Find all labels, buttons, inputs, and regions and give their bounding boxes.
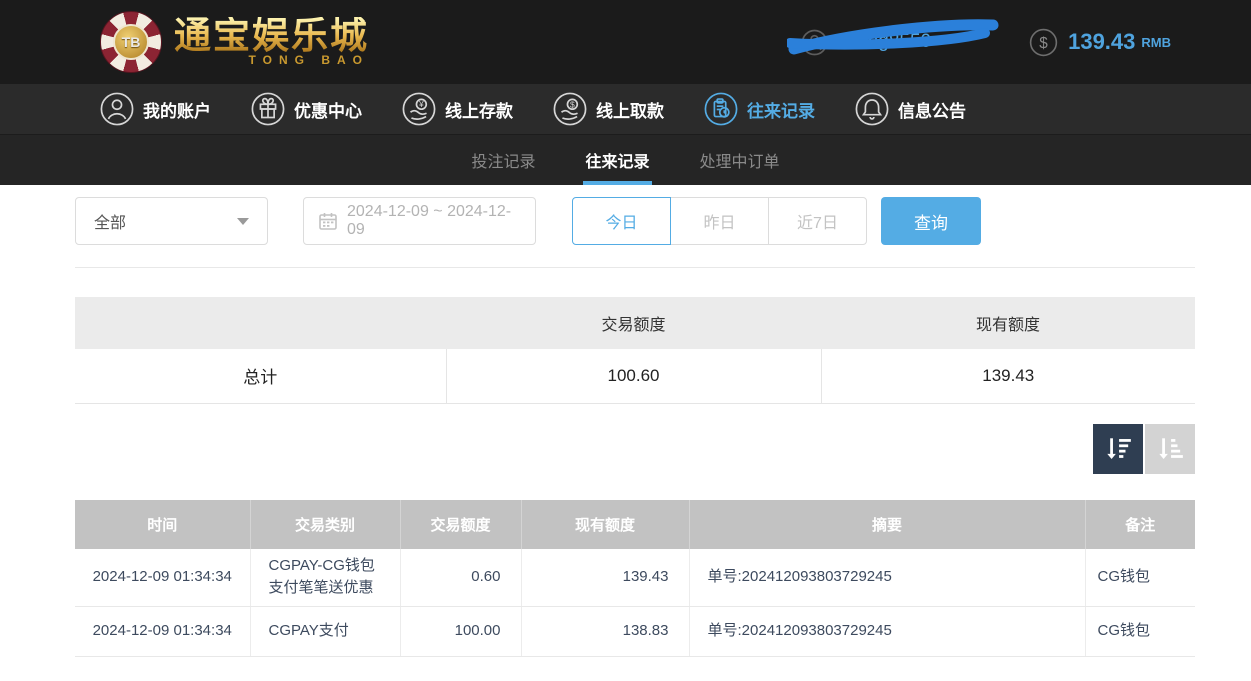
summary-header-blank	[75, 297, 446, 349]
col-type: 交易类别	[250, 499, 401, 549]
balance-display[interactable]: $ 139.43 RMB	[1029, 28, 1171, 57]
tab-transaction-records[interactable]: 往来记录	[583, 135, 652, 185]
cell-amount: 0.60	[400, 548, 522, 607]
user-account[interactable]: cheng8550	[787, 18, 1001, 66]
cell-amount: 100.00	[400, 606, 522, 657]
cell-remark: CG钱包	[1085, 548, 1195, 607]
bell-icon	[855, 92, 889, 126]
sort-descending-icon	[1103, 434, 1133, 464]
cell-balance: 138.83	[521, 606, 690, 657]
filter-bar: 全部 2024-12-09 ~ 2024-12-09 今日 昨日 近7日 查询	[75, 197, 1195, 245]
quick-date-buttons: 今日 昨日 近7日	[572, 197, 867, 245]
gift-icon	[251, 92, 285, 126]
sort-ascending-icon	[1155, 434, 1185, 464]
select-value: 全部	[94, 215, 127, 232]
site-subtitle: TONG BAO	[248, 53, 369, 68]
summary-header-transaction: 交易额度	[446, 297, 821, 349]
query-button[interactable]: 查询	[881, 197, 981, 245]
tab-processing-orders[interactable]: 处理中订单	[698, 135, 782, 185]
cell-balance: 139.43	[521, 548, 690, 607]
sort-ascending-button[interactable]	[1145, 423, 1195, 474]
svg-text:$: $	[570, 99, 575, 109]
records-icon	[704, 92, 738, 126]
sort-descending-button[interactable]	[1093, 423, 1143, 474]
top-header: TB 通宝娱乐城 TONG BAO cheng8550 $ 139.43 RMB	[0, 0, 1251, 84]
user-icon	[100, 92, 134, 126]
col-balance: 现有额度	[521, 499, 690, 549]
summary-header-row: 交易额度 现有额度	[75, 297, 1195, 349]
date-range-input[interactable]: 2024-12-09 ~ 2024-12-09	[303, 197, 536, 245]
cell-summary: 单号:202412093803729245	[689, 606, 1086, 657]
casino-chip-icon: TB	[100, 11, 162, 73]
transaction-type-select[interactable]: 全部	[75, 197, 268, 245]
nav-item-my-account[interactable]: 我的账户	[100, 92, 211, 126]
cell-time: 2024-12-09 01:34:34	[75, 606, 251, 657]
cell-remark: CG钱包	[1085, 606, 1195, 657]
nav-item-announcements[interactable]: 信息公告	[855, 92, 966, 126]
balance-amount: 139.43	[1068, 29, 1136, 54]
cell-time: 2024-12-09 01:34:34	[75, 548, 251, 607]
site-title: 通宝娱乐城	[174, 14, 369, 56]
summary-total-current: 139.43	[820, 349, 1195, 404]
dollar-circle-icon: $	[1029, 28, 1058, 57]
table-row: 2024-12-09 01:34:34 CGPAY-CG钱包支付笔笔送优惠 0.…	[75, 548, 1195, 607]
date-range-value: 2024-12-09 ~ 2024-12-09	[347, 203, 512, 238]
col-time: 时间	[75, 499, 251, 549]
site-logo[interactable]: TB 通宝娱乐城 TONG BAO	[100, 11, 369, 73]
nav-item-records[interactable]: 往来记录	[704, 92, 815, 126]
summary-header-current: 现有额度	[821, 297, 1195, 349]
col-amount: 交易额度	[400, 499, 522, 549]
avatar-icon	[801, 29, 828, 56]
deposit-icon: ¥	[402, 92, 436, 126]
col-summary: 摘要	[689, 499, 1086, 549]
nav-item-deposit[interactable]: ¥ 线上存款	[402, 92, 513, 126]
records-table: 时间 交易类别 交易额度 现有额度 摘要 备注 2024-12-09 01:34…	[75, 499, 1195, 657]
col-remark: 备注	[1085, 499, 1195, 549]
summary-total-transaction: 100.60	[445, 349, 821, 404]
table-row: 2024-12-09 01:34:34 CGPAY支付 100.00 138.8…	[75, 606, 1195, 657]
summary-total-label: 总计	[75, 349, 446, 404]
cell-type: CGPAY支付	[250, 606, 401, 657]
main-navigation: 我的账户 优惠中心 ¥ 线上存款 $ 线上取款 往来记录 信息公告	[0, 84, 1251, 134]
records-subnav: 投注记录 往来记录 处理中订单	[0, 134, 1251, 185]
svg-text:$: $	[1039, 35, 1048, 52]
sort-controls	[75, 423, 1195, 474]
last7days-button[interactable]: 近7日	[768, 197, 867, 245]
withdraw-icon: $	[553, 92, 587, 126]
nav-item-withdraw[interactable]: $ 线上取款	[553, 92, 664, 126]
chip-monogram: TB	[113, 24, 149, 60]
username-text: cheng8550	[837, 31, 932, 52]
section-divider	[75, 267, 1195, 268]
summary-table: 交易额度 现有额度 总计 100.60 139.43	[75, 297, 1195, 404]
logo-text: 通宝娱乐城 TONG BAO	[174, 14, 369, 68]
cell-summary: 单号:202412093803729245	[689, 548, 1086, 607]
header-right: cheng8550 $ 139.43 RMB	[787, 18, 1171, 66]
nav-item-promotions[interactable]: 优惠中心	[251, 92, 362, 126]
page-content: 全部 2024-12-09 ~ 2024-12-09 今日 昨日 近7日 查询 …	[0, 197, 1251, 681]
calendar-icon	[318, 211, 338, 231]
cell-type: CGPAY-CG钱包支付笔笔送优惠	[250, 548, 401, 607]
tab-betting-records[interactable]: 投注记录	[469, 135, 537, 185]
summary-total-row: 总计 100.60 139.43	[75, 349, 1195, 404]
balance-currency: RMB	[1141, 34, 1171, 50]
chevron-down-icon	[237, 217, 249, 225]
svg-text:¥: ¥	[418, 99, 424, 109]
today-button[interactable]: 今日	[572, 197, 671, 245]
yesterday-button[interactable]: 昨日	[670, 197, 769, 245]
records-header-row: 时间 交易类别 交易额度 现有额度 摘要 备注	[75, 499, 1195, 549]
